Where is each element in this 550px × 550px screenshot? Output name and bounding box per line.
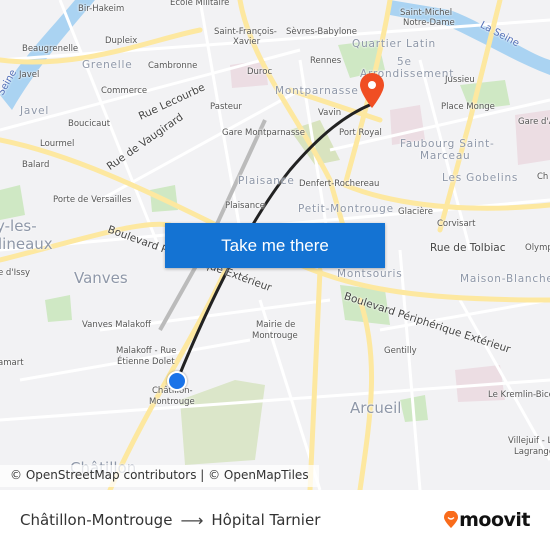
map-label: Balard	[22, 160, 50, 170]
map-label: Place Monge	[441, 102, 495, 112]
map-label: Notre-Dame	[403, 18, 455, 28]
district-label: y-les-	[0, 217, 37, 235]
map-label: Montrouge	[149, 397, 195, 407]
map-label: Corvisart	[437, 219, 476, 229]
map-label: Plaisance	[225, 201, 265, 211]
district-label: Vanves	[74, 269, 128, 287]
origin-name: Châtillon-Montrouge	[20, 511, 173, 529]
map-label: Malakoff - Rue	[116, 346, 177, 356]
map-label: Glacière	[398, 207, 433, 217]
map-label: Commerce	[101, 86, 148, 96]
map-label: Ecole Militaire	[170, 0, 230, 8]
district-label: lineaux	[0, 235, 53, 253]
district-label: Petit-Montrouge	[298, 203, 394, 215]
map-label: Jussieu	[445, 75, 475, 85]
district-label: Marceau	[420, 150, 471, 162]
map-label: Denfert-Rochereau	[299, 179, 380, 189]
map[interactable]: Bir-Hakeim Ecole Militaire Saint-Françoi…	[0, 0, 550, 490]
map-label: Lourmel	[40, 139, 75, 149]
street-label: Rue de Tolbiac	[430, 242, 506, 254]
map-label: Cambronne	[148, 61, 198, 71]
take-me-there-button[interactable]: Take me there	[165, 223, 385, 268]
map-label: Saint-François-	[214, 27, 277, 37]
map-label: Pasteur	[210, 102, 242, 112]
map-label: Beaugrenelle	[22, 44, 79, 54]
moovit-logo[interactable]: moovit	[444, 509, 530, 531]
map-label: Gentilly	[384, 346, 417, 356]
map-label: Saint-Michel	[400, 8, 453, 18]
moovit-wordmark: moovit	[459, 509, 530, 531]
map-label: Rennes	[310, 56, 342, 66]
district-label: Plaisance	[238, 175, 295, 187]
map-label: Gare Montparnasse	[222, 128, 305, 138]
map-label: e d'Issy	[0, 268, 31, 278]
moovit-pin-icon	[444, 511, 459, 528]
district-label: Faubourg Saint-	[400, 138, 495, 150]
district-label: Montsouris	[337, 268, 403, 280]
district-label: Les Gobelins	[442, 172, 519, 184]
map-label: Duroc	[247, 67, 273, 77]
map-label: Javel	[19, 70, 40, 80]
map-label: Olymp	[525, 243, 550, 253]
district-label: 5e	[397, 56, 412, 68]
map-label: Port Royal	[339, 128, 382, 138]
arrow-right-icon: ⟶	[180, 510, 204, 530]
map-label: Vanves Malakoff	[82, 320, 151, 330]
map-label: Montrouge	[252, 331, 298, 341]
map-label: Porte de Versailles	[53, 195, 132, 205]
destination-pin-icon[interactable]	[359, 73, 385, 109]
origin-marker[interactable]	[167, 371, 187, 391]
map-label: Boucicaut	[68, 119, 111, 129]
map-label: Xavier	[233, 37, 261, 47]
district-label: Grenelle	[82, 59, 133, 71]
district-label: Montparnasse	[275, 85, 359, 97]
map-label: Lagrange	[514, 447, 550, 457]
district-label: Javel	[20, 105, 50, 117]
map-label: Sèvres-Babylone	[286, 27, 358, 37]
map-label: Gare d'A	[518, 117, 550, 127]
destination-name: Hôpital Tarnier	[211, 511, 321, 529]
map-label: Villejuif - L	[508, 436, 550, 446]
district-label: Maison-Blanche	[460, 273, 550, 285]
map-label: Étienne Dolet	[117, 357, 175, 367]
district-label: Quartier Latin	[352, 38, 436, 50]
map-label: Le Kremlin-Bicê	[488, 390, 550, 400]
map-label: Bir-Hakeim	[78, 4, 125, 14]
map-label: Ch	[537, 172, 549, 182]
map-label: amart	[0, 358, 24, 368]
map-label: Vavin	[318, 108, 342, 118]
map-label: Dupleix	[105, 36, 138, 46]
map-label: Mairie de	[256, 320, 296, 330]
district-label: Arcueil	[350, 399, 402, 417]
map-attribution[interactable]: © OpenStreetMap contributors | © OpenMap…	[0, 465, 319, 487]
